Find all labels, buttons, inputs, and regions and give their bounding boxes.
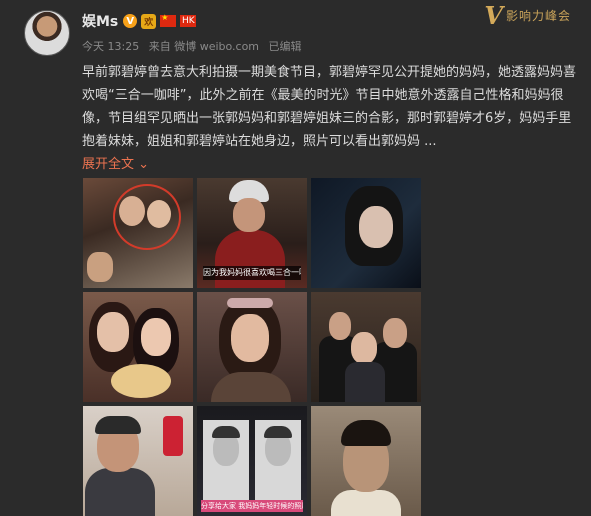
expand-label[interactable]: 展开全文 [82, 157, 134, 172]
post-image-8[interactable]: 分享给大家 我妈妈年轻时候的照片 [197, 406, 307, 516]
verified-badge-icon: V [123, 14, 138, 28]
watermark-logo: V 影响力峰会 [484, 0, 571, 30]
chevron-down-icon[interactable]: ⌄ [138, 157, 149, 172]
image-caption: 因为我妈妈很喜欢喝三合一咖啡 [203, 266, 301, 280]
post-image-7[interactable] [83, 406, 193, 516]
watermark-text: 影响力峰会 [505, 8, 571, 23]
medal-badge-icon: 欢 [141, 13, 157, 29]
post-image-3[interactable] [311, 178, 421, 288]
image-caption: 分享给大家 我妈妈年轻时候的照片 [201, 500, 303, 512]
hong-kong-flag-icon: HK [180, 15, 197, 27]
post-text-block: 早前郭碧婷曾去意大利拍摄一期美食节目，郭碧婷罕见公开提她的妈妈，她透露妈妈喜欢喝… [82, 61, 582, 176]
red-decoration [163, 416, 183, 456]
sunglasses-icon [227, 298, 273, 308]
child-figure [87, 252, 113, 282]
edited-label: 已编辑 [268, 40, 302, 53]
waffle-dessert [111, 364, 171, 398]
post-image-5[interactable] [197, 292, 307, 402]
post-text: 早前郭碧婷曾去意大利拍摄一期美食节目，郭碧婷罕见公开提她的妈妈，她透露妈妈喜欢喝… [82, 65, 577, 149]
post-image-9[interactable] [311, 406, 421, 516]
username[interactable]: 娱Ms [82, 11, 118, 31]
china-flag-icon [160, 13, 177, 27]
post-source[interactable]: 来自 微博 weibo.com [149, 40, 259, 53]
post-image-6[interactable] [311, 292, 421, 402]
name-row: 娱Ms V 欢 HK [82, 11, 197, 31]
post-image-1[interactable] [83, 178, 193, 288]
user-avatar[interactable] [24, 10, 70, 56]
post-time[interactable]: 今天 13:25 [82, 40, 139, 53]
post-image-2[interactable]: 因为我妈妈很喜欢喝三合一咖啡 [197, 178, 307, 288]
watermark-v-icon: V [484, 0, 504, 30]
post-image-4[interactable] [83, 292, 193, 402]
expand-full-text-link[interactable]: 展开全文 ⌄ [82, 157, 149, 172]
highlight-circle [113, 184, 181, 250]
post-meta: 今天 13:25 来自 微博 weibo.com 已编辑 [82, 38, 308, 54]
